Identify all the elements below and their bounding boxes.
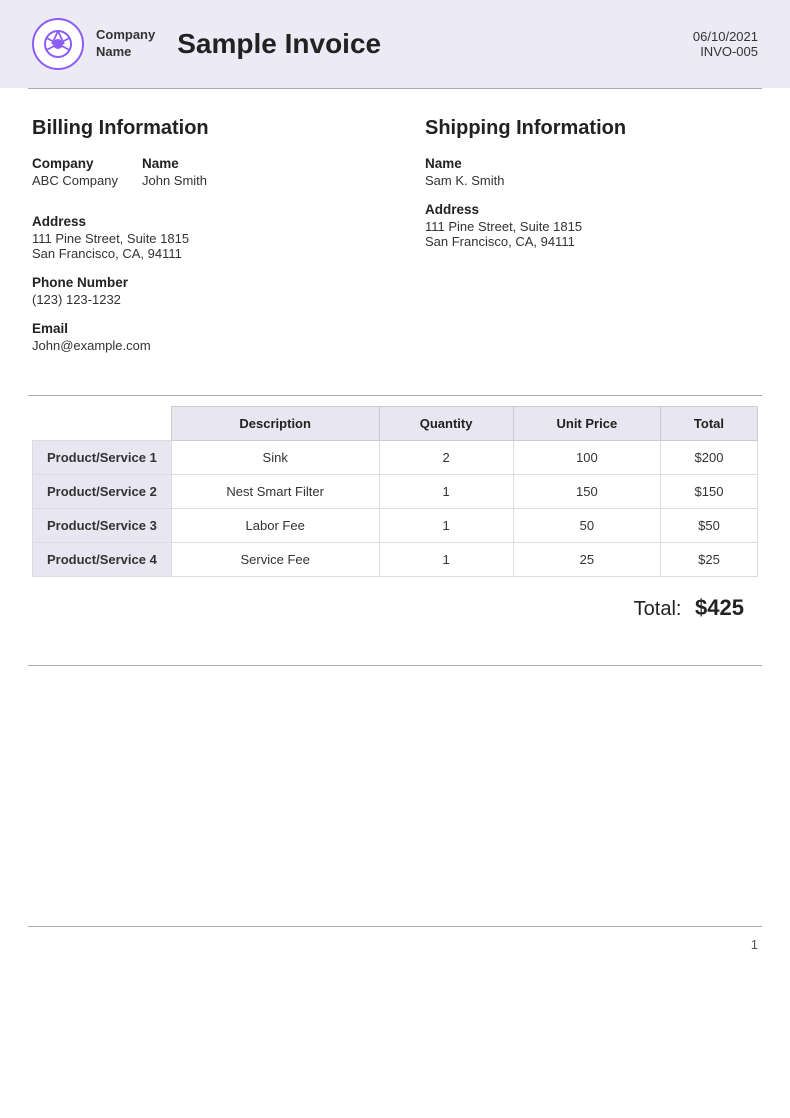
invoice-title: Sample Invoice xyxy=(177,28,381,60)
row-quantity-1: 2 xyxy=(379,441,513,475)
row-total-3: $50 xyxy=(660,509,757,543)
row-description-4: Service Fee xyxy=(171,543,379,577)
row-label-3: Product/Service 3 xyxy=(33,509,172,543)
billing-company-name-row: Company ABC Company Name John Smith xyxy=(32,156,365,202)
shipping-address-line1: 111 Pine Street, Suite 1815 xyxy=(425,219,758,234)
row-total-2: $150 xyxy=(660,475,757,509)
col-quantity: Quantity xyxy=(379,407,513,441)
row-unit-price-1: 100 xyxy=(513,441,660,475)
billing-company-label: Company xyxy=(32,156,118,171)
row-label-1: Product/Service 1 xyxy=(33,441,172,475)
shipping-address-group: Address 111 Pine Street, Suite 1815 San … xyxy=(425,202,758,249)
shipping-title: Shipping Information xyxy=(425,117,758,140)
table-section: Description Quantity Unit Price Total Pr… xyxy=(0,396,790,649)
billing-company-group: Company ABC Company xyxy=(32,156,118,188)
row-label-2: Product/Service 2 xyxy=(33,475,172,509)
shipping-name-label: Name xyxy=(425,156,758,171)
total-amount: $425 xyxy=(695,595,744,620)
company-name: Company Name xyxy=(96,27,155,61)
billing-phone-group: Phone Number (123) 123-1232 xyxy=(32,275,365,307)
footer-top-divider xyxy=(28,665,762,666)
billing-name-label: Name xyxy=(142,156,207,171)
col-total: Total xyxy=(660,407,757,441)
row-label-4: Product/Service 4 xyxy=(33,543,172,577)
billing-address-label: Address xyxy=(32,214,365,229)
shipping-name-group: Name Sam K. Smith xyxy=(425,156,758,188)
header-info: 06/10/2021 INVO-005 xyxy=(693,29,758,59)
row-quantity-4: 1 xyxy=(379,543,513,577)
row-total-1: $200 xyxy=(660,441,757,475)
table-row: Product/Service 3 Labor Fee 1 50 $50 xyxy=(33,509,758,543)
total-row: Total: $425 xyxy=(32,577,758,625)
billing-address-group: Address 111 Pine Street, Suite 1815 San … xyxy=(32,214,365,261)
shipping-name-value: Sam K. Smith xyxy=(425,173,758,188)
row-description-3: Labor Fee xyxy=(171,509,379,543)
col-description: Description xyxy=(171,407,379,441)
row-unit-price-4: 25 xyxy=(513,543,660,577)
billing-name-group: Name John Smith xyxy=(142,156,207,188)
invoice-date: 06/10/2021 xyxy=(693,29,758,44)
info-section: Billing Information Company ABC Company … xyxy=(0,89,790,395)
table-row: Product/Service 4 Service Fee 1 25 $25 xyxy=(33,543,758,577)
billing-phone-value: (123) 123-1232 xyxy=(32,292,365,307)
row-unit-price-3: 50 xyxy=(513,509,660,543)
invoice-number: INVO-005 xyxy=(693,44,758,59)
billing-title: Billing Information xyxy=(32,117,365,140)
header-left: Company Name Sample Invoice xyxy=(32,18,381,70)
shipping-address-label: Address xyxy=(425,202,758,217)
shipping-column: Shipping Information Name Sam K. Smith A… xyxy=(405,117,758,367)
billing-column: Billing Information Company ABC Company … xyxy=(32,117,405,367)
company-logo-icon xyxy=(32,18,84,70)
billing-address-line2: San Francisco, CA, 94111 xyxy=(32,246,365,261)
table-header-row: Description Quantity Unit Price Total xyxy=(33,407,758,441)
row-quantity-2: 1 xyxy=(379,475,513,509)
row-description-1: Sink xyxy=(171,441,379,475)
billing-company-value: ABC Company xyxy=(32,173,118,188)
billing-email-label: Email xyxy=(32,321,365,336)
total-label: Total: xyxy=(634,598,682,620)
row-quantity-3: 1 xyxy=(379,509,513,543)
row-total-4: $25 xyxy=(660,543,757,577)
row-description-2: Nest Smart Filter xyxy=(171,475,379,509)
col-unit-price: Unit Price xyxy=(513,407,660,441)
billing-email-value: John@example.com xyxy=(32,338,365,353)
table-row: Product/Service 1 Sink 2 100 $200 xyxy=(33,441,758,475)
billing-address-line1: 111 Pine Street, Suite 1815 xyxy=(32,231,365,246)
shipping-address-line2: San Francisco, CA, 94111 xyxy=(425,234,758,249)
invoice-table: Description Quantity Unit Price Total Pr… xyxy=(32,406,758,577)
billing-phone-label: Phone Number xyxy=(32,275,365,290)
table-row: Product/Service 2 Nest Smart Filter 1 15… xyxy=(33,475,758,509)
billing-name-value: John Smith xyxy=(142,173,207,188)
billing-email-group: Email John@example.com xyxy=(32,321,365,353)
row-unit-price-2: 150 xyxy=(513,475,660,509)
page-number: 1 xyxy=(0,927,790,962)
header: Company Name Sample Invoice 06/10/2021 I… xyxy=(0,0,790,88)
